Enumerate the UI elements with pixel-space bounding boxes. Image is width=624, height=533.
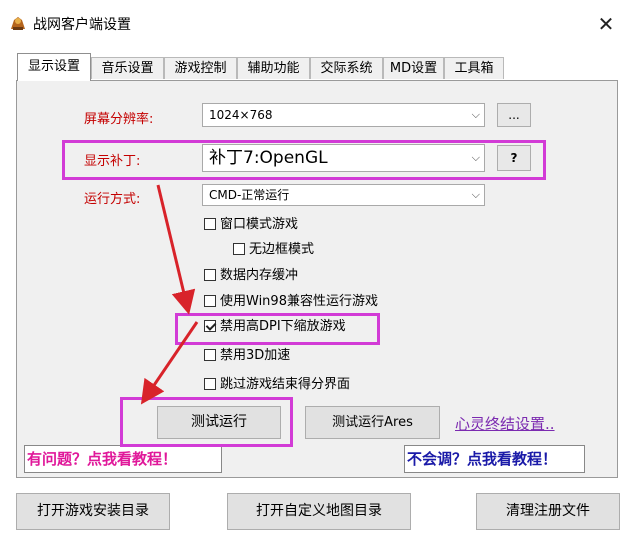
test-run-button[interactable]: 测试运行 — [157, 406, 281, 439]
chevron-down-icon: ⌵ — [471, 188, 480, 201]
run-mode-value: CMD-正常运行 — [209, 188, 290, 202]
checkbox-borderless[interactable]: 无边框模式 — [233, 240, 314, 260]
run-mode-dropdown[interactable]: CMD-正常运行 ⌵ — [202, 184, 485, 206]
close-icon: ✕ — [597, 12, 615, 36]
clean-registry-button[interactable]: 清理注册文件 — [476, 493, 620, 530]
tab-social-system[interactable]: 交际系统 — [310, 57, 383, 79]
checkbox-label: 使用Win98兼容性运行游戏 — [220, 294, 378, 309]
checkbox-box — [204, 218, 216, 230]
resolution-label: 屏幕分辨率: — [84, 112, 154, 127]
settings-window: 战网客户端设置 ✕ 显示设置 音乐设置 游戏控制 辅助功能 交际系统 MD设置 … — [0, 0, 624, 533]
help-tutorial-left[interactable]: 有问题？点我看教程！ — [24, 445, 222, 473]
tab-game-control[interactable]: 游戏控制 — [164, 57, 237, 79]
resolution-more-button[interactable]: ... — [497, 103, 531, 127]
tab-music-settings[interactable]: 音乐设置 — [91, 57, 164, 79]
tab-toolbox[interactable]: 工具箱 — [444, 57, 504, 79]
test-run-ares-button[interactable]: 测试运行Ares — [305, 406, 440, 439]
chevron-down-icon: ⌵ — [471, 151, 480, 164]
checkbox-box — [204, 378, 216, 390]
checkbox-skip-score-screen[interactable]: 跳过游戏结束得分界面 — [204, 375, 350, 395]
checkbox-box — [204, 295, 216, 307]
checkbox-memory-cache[interactable]: 数据内存缓冲 — [204, 266, 298, 286]
patch-value: 补丁7:OpenGL — [209, 148, 328, 168]
resolution-value: 1024×768 — [209, 108, 273, 122]
patch-help-button[interactable]: ? — [497, 145, 531, 171]
help-tutorial-right[interactable]: 不会调？点我看教程！ — [404, 445, 585, 473]
open-map-dir-button[interactable]: 打开自定义地图目录 — [227, 493, 411, 530]
checkbox-box-checked — [204, 320, 216, 332]
checkbox-disable-3d[interactable]: 禁用3D加速 — [204, 346, 290, 366]
checkbox-label: 数据内存缓冲 — [220, 268, 299, 283]
close-button[interactable]: ✕ — [594, 12, 618, 36]
game-unit-icon — [11, 17, 25, 30]
tab-display-settings[interactable]: 显示设置 — [17, 53, 91, 81]
window-title: 战网客户端设置 — [33, 17, 131, 33]
title-bar: 战网客户端设置 ✕ — [0, 0, 624, 46]
checkbox-label: 窗口模式游戏 — [220, 217, 299, 232]
tab-assist-features[interactable]: 辅助功能 — [237, 57, 310, 79]
chevron-down-icon: ⌵ — [471, 108, 480, 121]
checkbox-label: 禁用高DPI下缩放游戏 — [220, 319, 346, 334]
checkbox-label: 跳过游戏结束得分界面 — [220, 377, 351, 392]
checkbox-box — [204, 269, 216, 281]
run-mode-label: 运行方式: — [84, 192, 141, 207]
mind-end-settings-link[interactable]: 心灵终结设置.. — [455, 413, 555, 434]
open-install-dir-button[interactable]: 打开游戏安装目录 — [16, 493, 170, 530]
resolution-dropdown[interactable]: 1024×768 ⌵ — [202, 103, 485, 127]
checkbox-window-mode[interactable]: 窗口模式游戏 — [204, 215, 298, 235]
patch-label: 显示补丁: — [84, 154, 141, 169]
checkbox-box — [204, 349, 216, 361]
checkbox-box — [233, 243, 245, 255]
checkbox-label: 无边框模式 — [249, 242, 315, 257]
patch-dropdown[interactable]: 补丁7:OpenGL ⌵ — [202, 144, 485, 172]
checkbox-label: 禁用3D加速 — [220, 348, 291, 363]
checkbox-disable-dpi-scaling[interactable]: 禁用高DPI下缩放游戏 — [204, 317, 346, 337]
tab-md-settings[interactable]: MD设置 — [383, 57, 444, 79]
checkbox-win98-compat[interactable]: 使用Win98兼容性运行游戏 — [204, 292, 378, 312]
